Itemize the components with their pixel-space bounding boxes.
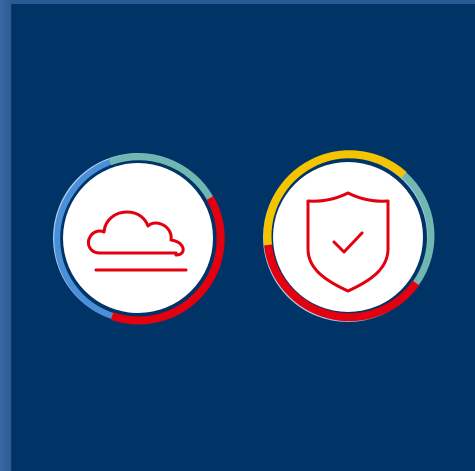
cloud-badge [48, 148, 228, 328]
cloud-badge-graphic [53, 153, 225, 325]
screen-frame [0, 0, 475, 471]
security-badge-graphic [263, 150, 435, 322]
cloud-badge-disc [63, 163, 213, 313]
security-badge [258, 145, 438, 325]
